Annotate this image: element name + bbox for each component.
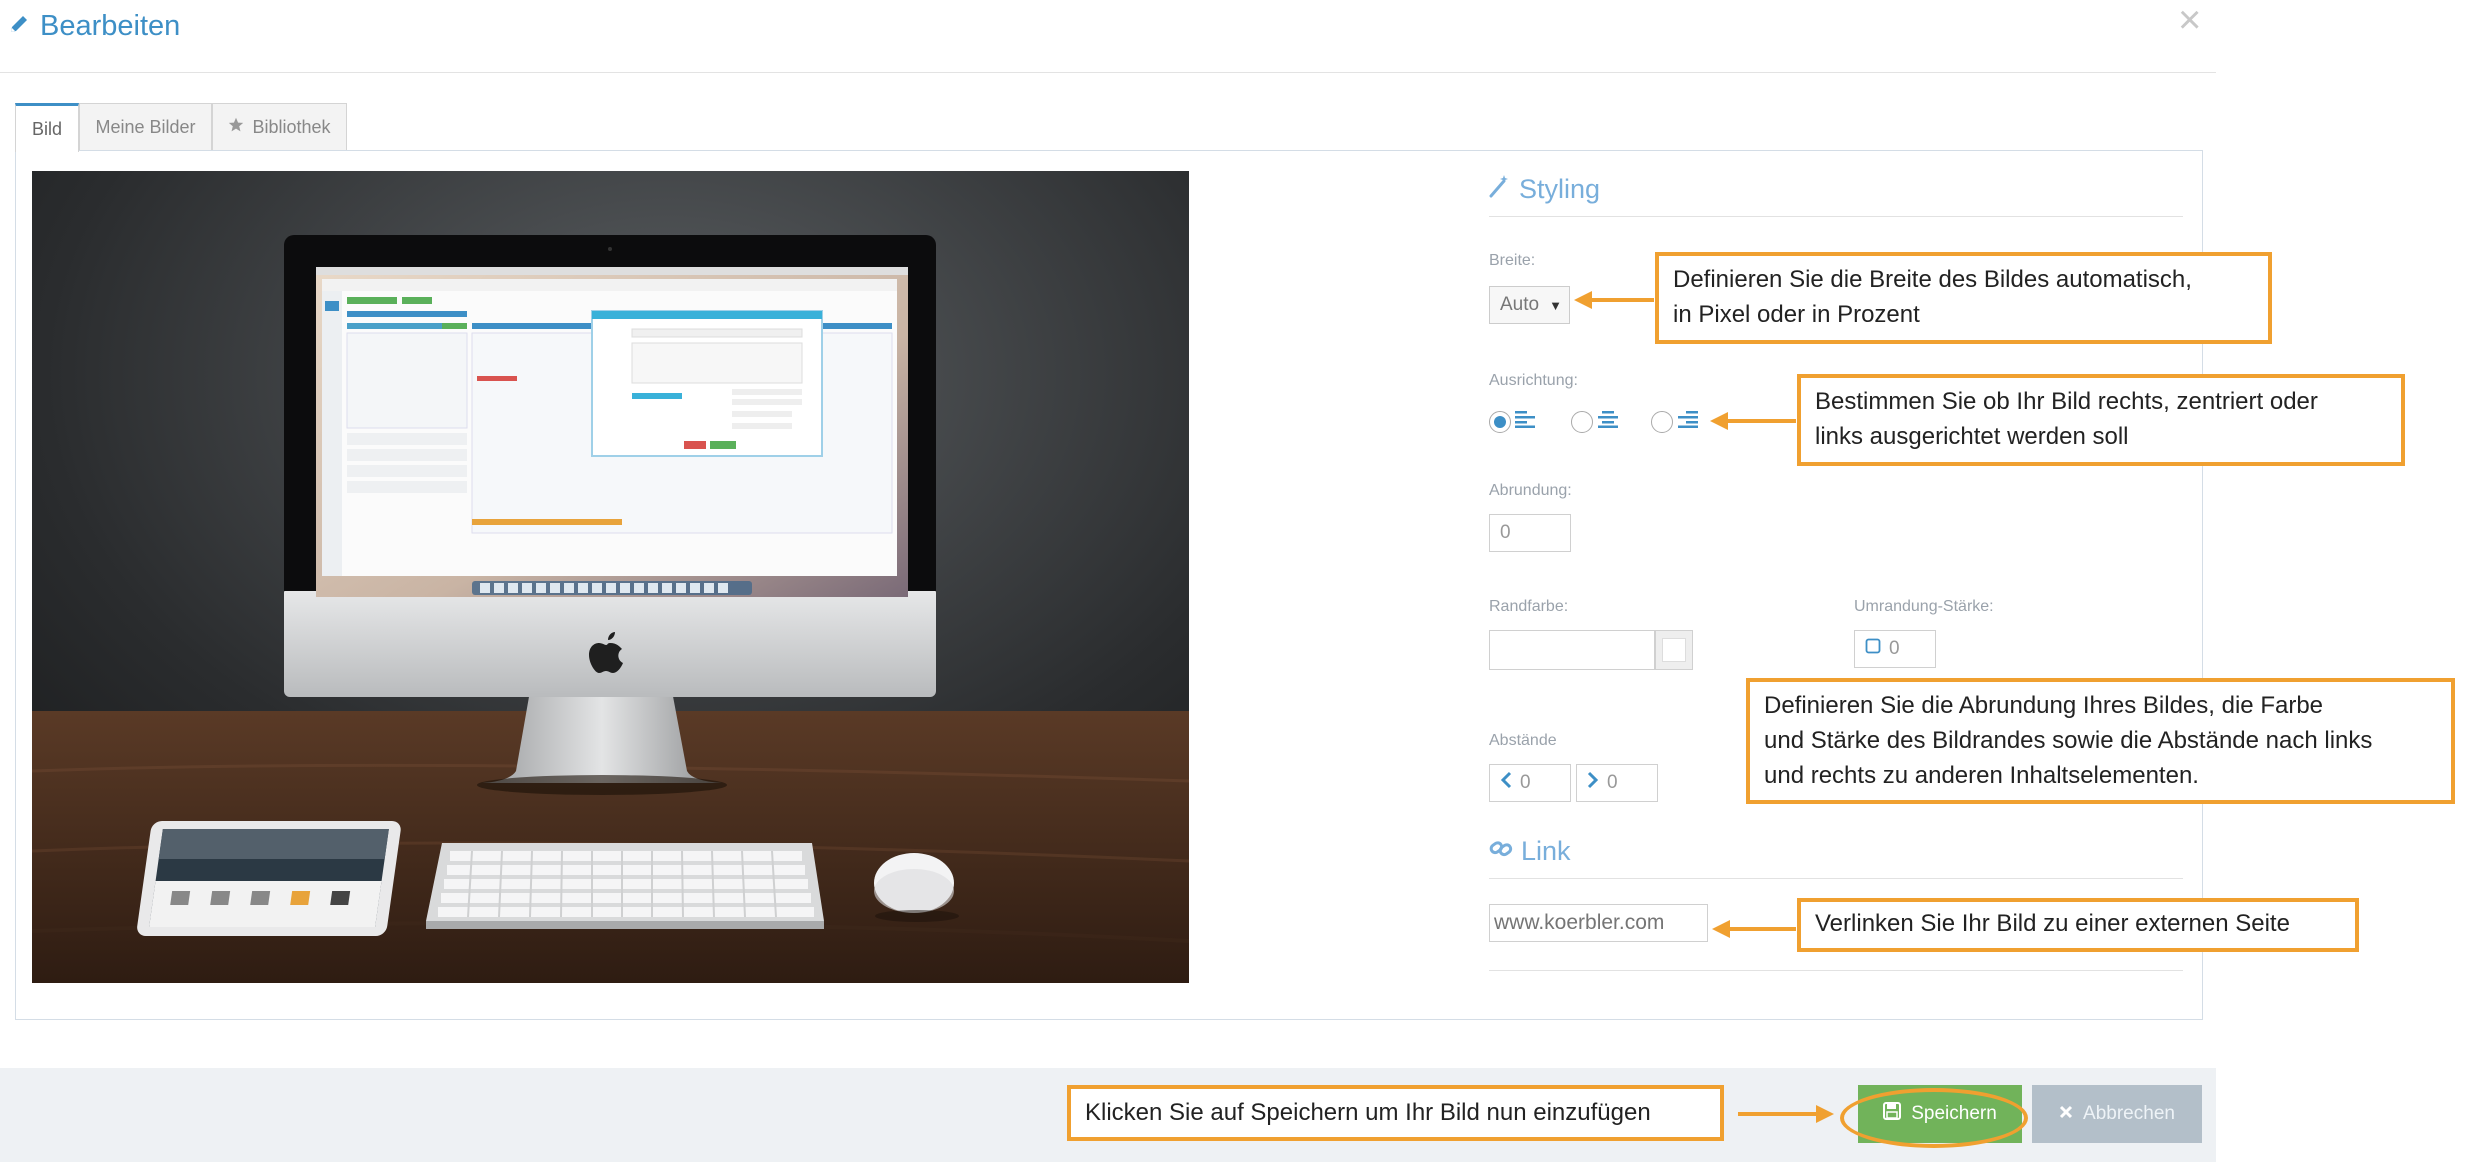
border-color-label: Randfarbe: xyxy=(1489,598,1569,615)
border-strength-input[interactable]: 0 xyxy=(1854,630,1936,668)
alignment-callout: Bestimmen Sie ob Ihr Bild rechts, zentri… xyxy=(1797,374,2405,466)
link-callout: Verlinken Sie Ihr Bild zu einer externen… xyxy=(1797,898,2359,952)
rounding-input-value: 0 xyxy=(1500,522,1511,543)
align-left-icon xyxy=(1515,410,1537,433)
tab-bild[interactable]: Bild xyxy=(15,103,79,152)
alignment-label: Ausrichtung: xyxy=(1489,372,1578,389)
spacing-right-value: 0 xyxy=(1607,772,1618,793)
align-right-option[interactable] xyxy=(1651,410,1699,433)
tab-meine-bilder-label: Meine Bilder xyxy=(95,117,196,137)
spacing-left-value: 0 xyxy=(1520,772,1531,793)
chevron-left-icon xyxy=(1500,771,1512,795)
styling-divider xyxy=(1489,216,2183,217)
tab-bibliothek[interactable]: Bibliothek xyxy=(212,103,347,151)
modal-title-text: Bearbeiten xyxy=(40,9,181,42)
link-url-input[interactable] xyxy=(1489,904,1708,942)
rounding-callout-line1: Definieren Sie die Abrundung Ihres Bilde… xyxy=(1764,692,2324,719)
rounding-input[interactable]: 0 xyxy=(1489,514,1571,552)
close-icon[interactable]: × xyxy=(2178,0,2201,40)
alignment-callout-arrow xyxy=(1710,412,1796,430)
spacing-label: Abstände xyxy=(1489,732,1557,749)
rounding-label: Abrundung: xyxy=(1489,482,1572,499)
caret-down-icon: ▼ xyxy=(1549,297,1562,313)
alignment-callout-line1: Bestimmen Sie ob Ihr Bild rechts, zentri… xyxy=(1815,388,2318,415)
save-callout-arrow xyxy=(1738,1105,1834,1123)
width-label: Breite: xyxy=(1489,252,1536,269)
width-callout: Definieren Sie die Breite des Bildes aut… xyxy=(1655,252,2272,344)
cancel-button[interactable]: Abbrechen xyxy=(2032,1085,2202,1143)
border-color-input[interactable] xyxy=(1489,630,1655,670)
width-callout-line1: Definieren Sie die Breite des Bildes aut… xyxy=(1673,266,2192,293)
align-right-radio[interactable] xyxy=(1651,410,1673,433)
x-icon xyxy=(2059,1103,2073,1125)
rounding-callout-line3: und rechts zu anderen Inhaltselementen. xyxy=(1764,762,2199,789)
border-strength-label: Umrandung-Stärke: xyxy=(1854,598,1994,615)
align-left-radio[interactable] xyxy=(1489,410,1511,433)
pencil-icon xyxy=(8,10,30,43)
rounding-callout: Definieren Sie die Abrundung Ihres Bilde… xyxy=(1746,678,2455,804)
star-icon xyxy=(228,117,244,138)
width-select-value: Auto xyxy=(1500,294,1540,315)
chevron-right-icon xyxy=(1587,771,1599,795)
cancel-button-label: Abbrechen xyxy=(2083,1103,2175,1124)
tab-meine-bilder[interactable]: Meine Bilder xyxy=(79,103,212,151)
align-center-icon xyxy=(1597,410,1619,433)
width-callout-arrow xyxy=(1574,291,1654,309)
link-divider xyxy=(1489,878,2183,879)
save-button-label: Speichern xyxy=(1911,1103,1997,1124)
styling-heading-text: Styling xyxy=(1519,174,1601,204)
align-center-option[interactable] xyxy=(1571,410,1619,433)
link-heading-text: Link xyxy=(1521,836,1571,866)
color-swatch xyxy=(1662,638,1686,662)
header-divider xyxy=(0,72,2216,73)
floppy-disk-icon xyxy=(1883,1102,1902,1126)
image-preview[interactable] xyxy=(32,171,1189,983)
link-callout-arrow xyxy=(1712,920,1796,938)
square-icon xyxy=(1865,638,1881,660)
align-center-radio[interactable] xyxy=(1571,410,1593,433)
spacing-left-input[interactable]: 0 xyxy=(1489,764,1571,802)
styling-heading: Styling xyxy=(1489,174,1600,205)
modal-title: Bearbeiten xyxy=(8,6,180,46)
width-select[interactable]: Auto ▼ xyxy=(1489,286,1570,324)
width-callout-line2: in Pixel oder in Prozent xyxy=(1673,301,1920,328)
tab-bibliothek-label: Bibliothek xyxy=(252,117,331,137)
rounding-callout-line2: und Stärke des Bildrandes sowie die Abst… xyxy=(1764,727,2373,754)
spacing-right-input[interactable]: 0 xyxy=(1576,764,1658,802)
link-bottom-divider xyxy=(1489,970,2183,971)
link-callout-text: Verlinken Sie Ihr Bild zu einer externen… xyxy=(1815,910,2290,937)
link-heading: Link xyxy=(1489,836,1571,867)
save-callout: Klicken Sie auf Speichern um Ihr Bild nu… xyxy=(1067,1085,1724,1141)
save-callout-text: Klicken Sie auf Speichern um Ihr Bild nu… xyxy=(1085,1099,1651,1126)
link-icon xyxy=(1489,836,1513,867)
align-left-option[interactable] xyxy=(1489,410,1537,433)
align-right-icon xyxy=(1677,410,1699,433)
border-strength-value: 0 xyxy=(1889,638,1900,659)
magic-wand-icon xyxy=(1489,174,1511,205)
tab-bild-label: Bild xyxy=(31,118,62,139)
alignment-callout-line2: links ausgerichtet werden soll xyxy=(1815,423,2129,450)
save-button[interactable]: Speichern xyxy=(1858,1085,2022,1143)
color-picker-button[interactable] xyxy=(1655,630,1693,670)
